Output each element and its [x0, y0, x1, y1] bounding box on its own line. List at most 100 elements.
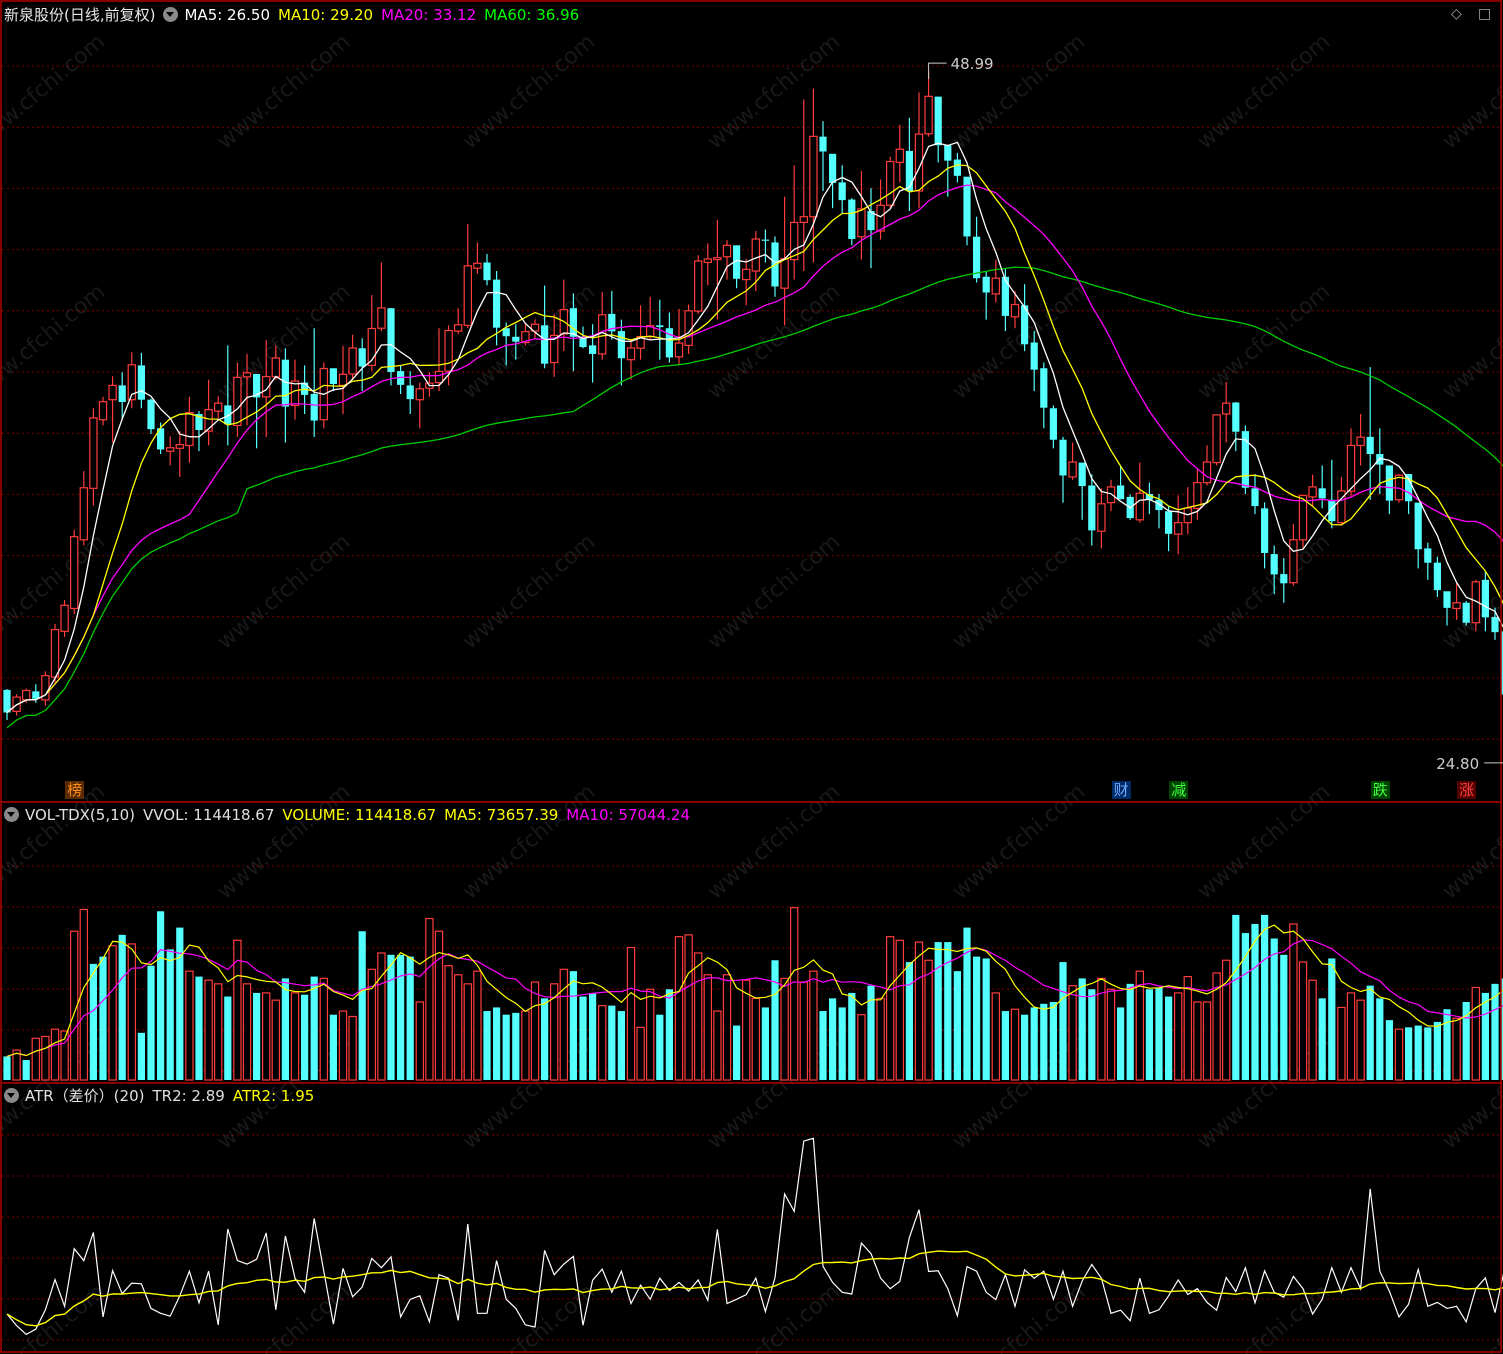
event-marker[interactable]: 涨: [1457, 781, 1477, 799]
volume-bar-down: [137, 1032, 145, 1080]
main-title: 新泉股份(日线,前复权): [4, 6, 156, 24]
volume-bar-down: [1040, 1003, 1048, 1080]
candle-body-down: [358, 348, 366, 367]
event-marker[interactable]: 财: [1111, 781, 1131, 799]
volume-bar-up: [914, 941, 924, 1081]
candle-body-down: [1078, 462, 1086, 487]
volume-bar-up: [290, 992, 300, 1081]
watermark-text: www.cfchi.com: [1193, 779, 1335, 904]
volume-bar-down: [569, 971, 577, 1080]
maximize-icon[interactable]: □: [1478, 6, 1491, 22]
volume-bar-up: [713, 1010, 722, 1081]
volume-bar-up: [1337, 1006, 1346, 1081]
volume-bar-up: [262, 992, 271, 1081]
volume-bar-down: [1145, 989, 1153, 1080]
candle-body-up: [271, 357, 281, 378]
candle-body-up: [924, 95, 933, 135]
candle-body-down: [137, 365, 145, 400]
volume-bar-down: [905, 962, 913, 1080]
volume-bar-down: [22, 1060, 30, 1080]
volume-bar-down: [166, 949, 174, 1080]
candle-body-up: [22, 689, 31, 701]
candle-body-up: [89, 417, 98, 489]
atr-panel-header: ATR（差价）(20) TR2: 2.89 ATR2: 1.95: [4, 1085, 322, 1107]
volume-bar-down: [1433, 1021, 1441, 1080]
volume-bar-up: [895, 939, 905, 1081]
candle-body-up: [463, 265, 473, 326]
watermark-text: www.cfchi.com: [458, 529, 600, 654]
volume-bar-down: [1030, 1007, 1038, 1080]
event-marker[interactable]: 减: [1169, 781, 1189, 799]
volume-bar-down: [1443, 1009, 1451, 1080]
volume-bar-down: [1270, 938, 1278, 1080]
volume-bar-up: [991, 992, 1001, 1081]
volume-bar-down: [147, 965, 155, 1080]
volume-bar-down: [1424, 1027, 1432, 1080]
candlestick-series: [3, 71, 1503, 720]
watermark-text: www.cfchi.com: [703, 279, 845, 404]
volume-bar-down: [1088, 989, 1096, 1080]
candle-body-down: [1049, 408, 1057, 440]
volume-bar-up: [1068, 985, 1077, 1081]
volume-bar-up: [31, 1037, 41, 1081]
volume-bar-up: [780, 977, 789, 1081]
watermark-text: www.cfchi.com: [1193, 1279, 1335, 1354]
indicator-menu-icon[interactable]: [163, 7, 179, 22]
candle-body-up: [1221, 402, 1231, 415]
candle-body-up: [166, 447, 175, 452]
volume-bar-down: [1126, 983, 1134, 1080]
candle-body-up: [415, 388, 425, 401]
candle-body-down: [1232, 402, 1240, 432]
vol-ma5-value: MA5: 73657.39: [444, 806, 559, 824]
volume-bar-up: [789, 907, 799, 1081]
volume-bar-down: [281, 978, 289, 1080]
volume-bar-down: [934, 942, 942, 1080]
watermark-text: www.cfchi.com: [1438, 29, 1503, 154]
volume-bar-up: [876, 997, 885, 1081]
volume-bar-up: [271, 999, 281, 1081]
volume-value: VOLUME: 114418.67: [282, 806, 437, 824]
volume-bar-down: [1318, 998, 1326, 1080]
volume-bar-down: [665, 989, 673, 1080]
candle-body-down: [589, 345, 597, 354]
volume-bar-up: [377, 952, 386, 1081]
candle-body-down: [656, 325, 664, 328]
candle-body-down: [1001, 276, 1009, 316]
volume-bar-up: [674, 936, 684, 1081]
volume-bar-up: [108, 945, 117, 1081]
candle-body-up: [1356, 436, 1365, 447]
diamond-icon[interactable]: ◇: [1451, 6, 1462, 22]
candle-body-up: [444, 329, 453, 372]
candle-body-up: [751, 238, 761, 272]
candle-body-down: [32, 691, 40, 699]
volume-bar-down: [1241, 933, 1249, 1080]
stock-chart-window: www.cfchi.com www.cfchi.com www.cfchi.com w…: [0, 0, 1503, 1354]
volume-bar-down: [118, 934, 126, 1080]
event-marker[interactable]: 榜: [65, 781, 85, 799]
candle-body-up: [473, 262, 482, 269]
candle-body-down: [512, 336, 520, 342]
volume-bar-up: [885, 936, 895, 1081]
main-panel-header: 新泉股份(日线,前复权) MA5: 26.50 MA10: 29.20 MA20: 3…: [4, 4, 587, 26]
candle-body-up: [290, 380, 300, 407]
volume-bar-up: [693, 952, 703, 1081]
volume-bar-down: [176, 927, 184, 1080]
volume-bar-down: [1280, 954, 1288, 1080]
event-marker[interactable]: 跌: [1370, 781, 1390, 799]
volume-bar-down: [1376, 998, 1384, 1080]
volume-bar-up: [809, 970, 818, 1081]
volume-bar-up: [425, 917, 434, 1081]
watermark-text: www.cfchi.com: [213, 529, 355, 654]
volume-bar-up: [41, 1035, 50, 1081]
chart-canvas[interactable]: www.cfchi.com www.cfchi.com www.cfchi.com w…: [0, 0, 1503, 1354]
volume-bar-up: [1452, 1017, 1461, 1081]
watermark-text: www.cfchi.com: [0, 1279, 110, 1354]
watermark-text: www.cfchi.com: [0, 779, 110, 904]
candle-body-down: [829, 153, 837, 183]
volume-indicator-menu-icon[interactable]: [4, 807, 19, 822]
candle-body-down: [1462, 602, 1470, 623]
volume-bar-up: [626, 946, 636, 1081]
atr-indicator-menu-icon[interactable]: [4, 1088, 19, 1103]
candle-body-up: [79, 487, 88, 541]
watermark-text: www.cfchi.com: [948, 779, 1090, 904]
